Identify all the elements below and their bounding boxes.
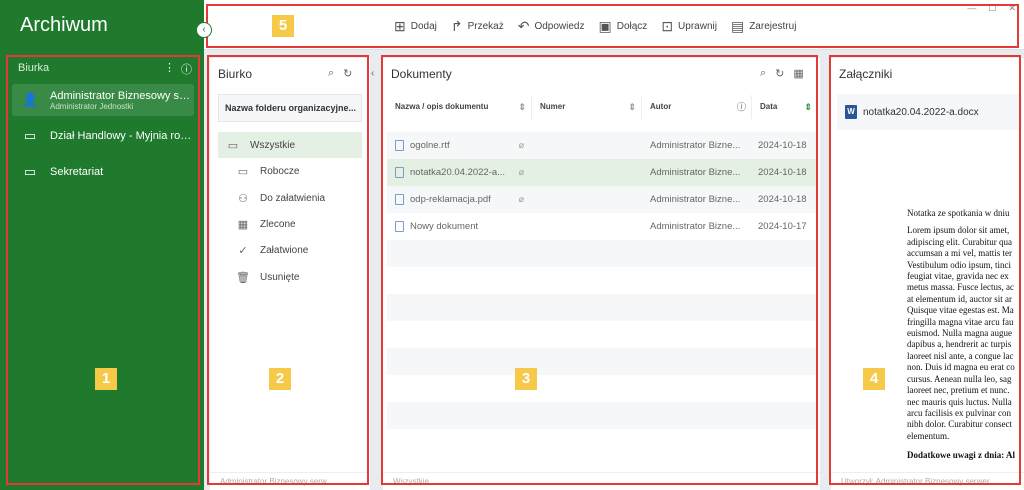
folder-item-zlecone[interactable]: ▦ Zlecone (218, 211, 362, 237)
folder-item-wszystkie[interactable]: ▭ Wszystkie (218, 132, 362, 158)
panel-footer: Wszystkie (383, 472, 820, 490)
attachment-icon: ⌀ (518, 140, 524, 150)
annotation-badge-5: 5 (272, 15, 294, 37)
panel-title: Załączniki (839, 67, 893, 81)
panel-title: Dokumenty (391, 67, 452, 81)
annotation-badge-3: 3 (515, 368, 537, 390)
trash-icon: 🗑 (236, 271, 250, 284)
sidebar-item-label: Administrator Biznesowy ser... (50, 89, 192, 102)
left-sidebar: Archiwum Biurka ⋮ ⓘ 👤 Administrator Bizn… (0, 0, 204, 490)
sidebar-item-label: Sekretariat (50, 166, 104, 178)
attach-button[interactable]: ▣ Dołącz (599, 18, 648, 35)
inbox-icon: ▭ (237, 165, 249, 178)
forward-button[interactable]: ↱ Przekaż (451, 18, 504, 35)
sort-icon: ⇕ (518, 102, 526, 112)
sidebar-icons: ⋮ ⓘ (164, 61, 192, 77)
inbox-icon: ▭ (23, 164, 37, 179)
register-button[interactable]: ▤ Zarejestruj (731, 18, 796, 35)
new-document-icon (395, 221, 404, 232)
search-icon[interactable]: ⌕ (760, 67, 766, 80)
add-button[interactable]: ⊞ Dodaj (394, 18, 437, 35)
table-row[interactable]: Nowy dokument Administrator Bizne... 202… (387, 213, 817, 240)
columns-icon[interactable]: ▦ (793, 67, 803, 80)
panel-footer: Administrator Biznesowy serw... (210, 472, 370, 490)
column-header-autor[interactable]: Autor ⓘ (642, 95, 752, 119)
more-vertical-icon[interactable]: ⋮ (164, 61, 175, 77)
check-circle-icon: ✓ (238, 244, 248, 257)
window-controls: — ☐ ✕ (967, 3, 1016, 14)
plus-square-icon: ⊞ (394, 18, 406, 34)
sort-icon: ⇕ (628, 102, 636, 112)
sidebar-item-label: Dział Handlowy - Myjnia rob... (50, 130, 192, 142)
app-title: Archiwum (20, 14, 108, 36)
attachment-icon: ⌀ (518, 167, 524, 177)
refresh-icon[interactable]: ↻ (343, 67, 352, 80)
zalaczniki-panel: Załączniki W notatka20.04.2022-a.docx No… (831, 58, 1024, 490)
word-document-icon: W (845, 105, 857, 119)
column-header-name[interactable]: Nazwa / opis dokumentu ⇕ (387, 95, 532, 119)
reply-button[interactable]: ↶ Odpowiedz (518, 18, 585, 35)
folder-item-zalatwione[interactable]: ✓ Załatwione (218, 237, 362, 263)
panel-title: Biurko (218, 67, 253, 81)
table-row[interactable]: notatka20.04.2022-a... ⌀ Administrator Bi… (387, 159, 817, 186)
close-icon[interactable]: ✕ (1008, 3, 1016, 14)
folder-item-robocze[interactable]: ▭ Robocze (218, 158, 362, 184)
dokumenty-panel: Dokumenty ⌕ ↻ ▦ Nazwa / opis dokumentu ⇕ … (383, 58, 820, 490)
folder-icon: ▭ (227, 139, 239, 152)
collapse-sidebar-button[interactable]: ‹ (196, 22, 212, 38)
top-toolbar: ⊞ Dodaj ↱ Przekaż ↶ Odpowiedz ▣ Dołącz ⊡ Upra… (204, 0, 1024, 50)
biurko-panel: Biurko ⌕ ↻ Nazwa folderu organizacyjne..… (210, 58, 370, 490)
table-row[interactable]: odp-reklamacja.pdf ⌀ Administrator Bizne.… (387, 186, 817, 213)
user-icon: 👤 (22, 92, 39, 107)
refresh-icon[interactable]: ↻ (775, 67, 784, 80)
document-list: ogolne.rtf ⌀ Administrator Bizne... 2024-… (387, 132, 817, 456)
folder-item-do-zalatwienia[interactable]: ⚇ Do załatwienia (218, 185, 362, 211)
permissions-button[interactable]: ⊡ Uprawnij (661, 18, 717, 35)
folder-column-header[interactable]: Nazwa folderu organizacyjne... (218, 94, 362, 122)
briefcase-icon: ▣ (598, 18, 612, 34)
info-icon[interactable]: ⓘ (181, 61, 192, 77)
column-header-numer[interactable]: Numer ⇕ (532, 95, 642, 119)
sidebar-item-sekretariat[interactable]: ▭ Sekretariat (12, 157, 194, 187)
reply-icon: ↶ (517, 18, 530, 34)
file-icon (395, 140, 404, 151)
sidebar-item-sublabel: Administrator Jednostki (50, 101, 134, 111)
info-icon: ⓘ (736, 102, 746, 112)
file-icon (395, 167, 404, 178)
sidebar-section-title: Biurka (18, 62, 50, 74)
chevron-left-icon[interactable]: ‹ (371, 68, 374, 79)
tasks-icon: ⚇ (238, 192, 248, 205)
calendar-icon: ▦ (237, 218, 249, 231)
table-row[interactable]: ogolne.rtf ⌀ Administrator Bizne... 2024-… (387, 132, 817, 159)
sidebar-item-dzial-handlowy[interactable]: ▭ Dział Handlowy - Myjnia rob... (12, 121, 194, 151)
document-preview: Notatka ze spotkania w dniu Lorem ipsum … (907, 208, 1016, 461)
file-icon (395, 194, 404, 205)
panel-footer: Utworzył: Administrator Biznesowy serwer (831, 472, 1024, 490)
inbox-icon: ▭ (23, 128, 37, 143)
sidebar-item-administrator[interactable]: 👤 Administrator Biznesowy ser... Adminis… (12, 84, 194, 116)
lock-icon: ⊡ (661, 18, 674, 34)
annotation-badge-4: 4 (863, 368, 885, 390)
maximize-icon[interactable]: ☐ (988, 3, 996, 14)
register-icon: ▤ (730, 18, 745, 34)
sort-desc-icon: ⇕ (804, 102, 812, 112)
column-header-data[interactable]: Data ⇕ (752, 95, 817, 119)
search-icon[interactable]: ⌕ (328, 67, 334, 80)
forward-icon: ↱ (450, 18, 463, 34)
folder-item-usuniete[interactable]: 🗑 Usunięte (218, 264, 362, 290)
annotation-badge-1: 1 (95, 368, 117, 390)
minimize-icon[interactable]: — (967, 3, 976, 14)
attachment-icon: ⌀ (518, 194, 524, 204)
attachment-item[interactable]: W notatka20.04.2022-a.docx (837, 94, 1022, 130)
annotation-badge-2: 2 (269, 368, 291, 390)
table-header: Nazwa / opis dokumentu ⇕ Numer ⇕ Autor ⓘ Da… (387, 95, 817, 119)
